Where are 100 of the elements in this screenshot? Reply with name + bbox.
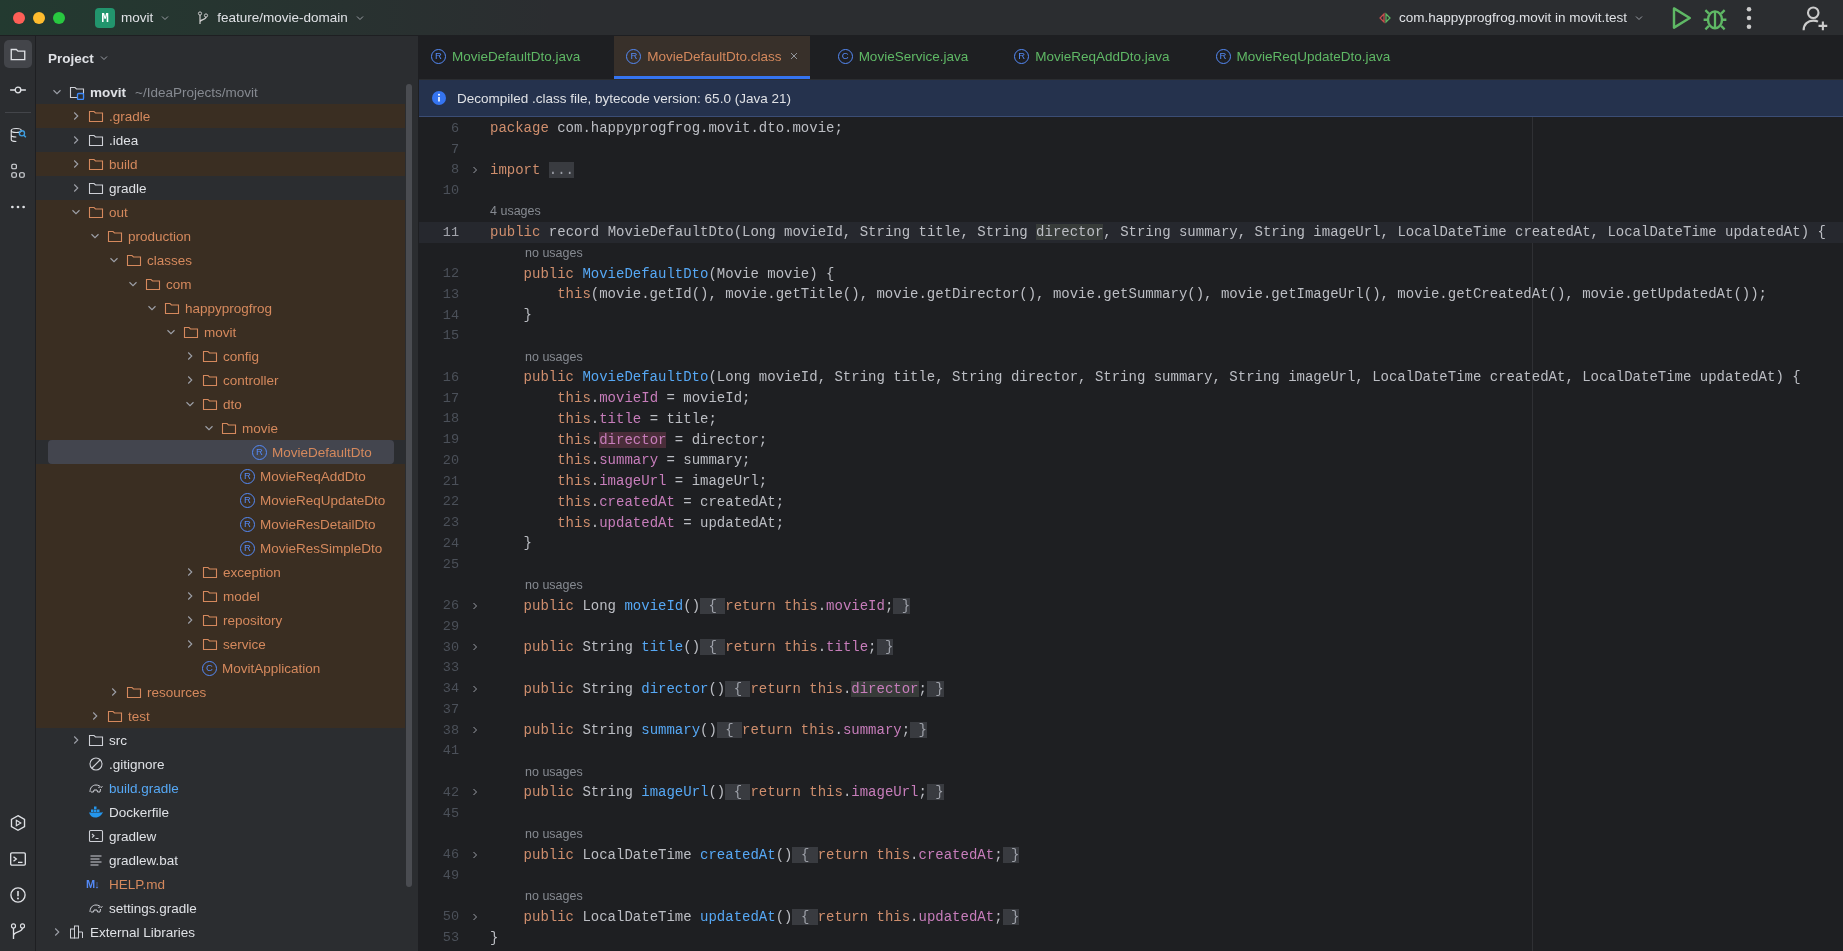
tree-item[interactable]: service	[36, 632, 405, 656]
minimize-button[interactable]	[33, 11, 45, 24]
tree-item[interactable]: test	[36, 704, 405, 728]
code-line: public LocalDateTime updatedAt() { return this.updatedAt; }	[523, 908, 1020, 925]
code-line: public record MovieDefaultDto(Long movieId, String title, String director, String summary, String imageUrl, LocalDateTime createdAt, LocalDateTime updatedAt) {	[490, 224, 1826, 241]
usage-hint[interactable]: no usages	[525, 826, 583, 841]
tree-item[interactable]: classes	[36, 248, 405, 272]
tree-item[interactable]: R MovieResSimpleDto	[36, 536, 405, 560]
code-line: this.title = title;	[557, 410, 717, 427]
code-line: }	[523, 535, 532, 552]
markdown-icon: M↓	[86, 878, 104, 890]
usage-hint[interactable]: no usages	[525, 889, 583, 904]
project-switcher[interactable]: M movit	[87, 3, 180, 32]
info-icon	[431, 90, 447, 106]
tree-item[interactable]: Dockerfile	[36, 800, 405, 824]
tree-item[interactable]: controller	[36, 368, 405, 392]
tree-item[interactable]: M↓ HELP.md	[36, 872, 405, 896]
tree-item[interactable]: R MovieResDetailDto	[36, 512, 405, 536]
folder-icon	[107, 228, 123, 244]
tree-item[interactable]: movie	[36, 416, 405, 440]
maximize-button[interactable]	[53, 11, 65, 24]
line-number: 11	[441, 224, 459, 240]
folder-icon	[126, 684, 142, 700]
tree-item[interactable]: settings.gradle	[36, 896, 405, 920]
code-line: public LocalDateTime createdAt() { return this.createdAt; }	[523, 846, 1020, 863]
tree-item[interactable]: R MovieReqAddDto	[36, 464, 405, 488]
run-configuration[interactable]: com.happyprogfrog.movit in movit.test	[1368, 5, 1653, 30]
code-line: this(movie.getId(), movie.getTitle(), movie.getDirector(), movie.getSummary(), movie.getImageUrl(), movie.getCreatedAt(), movie.getUpdatedAt());	[557, 286, 1767, 303]
folder-icon	[202, 612, 218, 628]
tree-item[interactable]: .gitignore	[36, 752, 405, 776]
tree-item[interactable]: repository	[36, 608, 405, 632]
editor-tab[interactable]: R MovieReqUpdateDto.java	[1203, 36, 1409, 79]
code-line: package com.happyprogfrog.movit.dto.movie;	[490, 120, 843, 137]
folder-icon	[88, 732, 104, 748]
code-line: public Long movieId() { return this.movieId; }	[523, 597, 911, 614]
code-line: public MovieDefaultDto(Movie movie) {	[523, 265, 835, 282]
usage-hint[interactable]: no usages	[525, 577, 583, 592]
tree-item[interactable]: movit	[36, 320, 405, 344]
tree-item[interactable]: R MovieReqUpdateDto	[36, 488, 405, 512]
tree-item[interactable]: gradle	[36, 176, 405, 200]
editor-tab[interactable]: R MovieDefaultDto.class	[614, 36, 810, 79]
tree-item[interactable]: build	[36, 152, 405, 176]
folder-icon	[202, 636, 218, 652]
tree-item[interactable]: model	[36, 584, 405, 608]
tree-item[interactable]: R MovieDefaultDto	[48, 440, 394, 464]
folder-icon	[164, 300, 180, 316]
tree-item[interactable]: .gradle	[36, 104, 405, 128]
folder-icon	[202, 372, 218, 388]
code-line: this.director = director;	[557, 431, 768, 448]
tree-item[interactable]: config	[36, 344, 405, 368]
banner-text: Decompiled .class file, bytecode version: 65.0 (Java 21)	[457, 90, 791, 106]
folder-icon	[183, 324, 199, 340]
tree-item[interactable]: resources	[36, 680, 405, 704]
tree-item[interactable]: build.gradle	[36, 776, 405, 800]
usage-hint[interactable]: no usages	[525, 764, 583, 779]
code-line: public MovieDefaultDto(Long movieId, String title, String director, String summary, String imageUrl, LocalDateTime createdAt, LocalDateTime updatedAt) {	[523, 369, 1801, 386]
tree-item[interactable]: dto	[36, 392, 405, 416]
usage-hint[interactable]: 4 usages	[490, 204, 541, 219]
tree-item[interactable]: External Libraries	[36, 920, 405, 944]
tree-item[interactable]: gradlew.bat	[36, 848, 405, 872]
project-badge: M	[95, 7, 115, 28]
tree-item[interactable]: exception	[36, 560, 405, 584]
folder-icon	[88, 132, 104, 148]
tree-item[interactable]: .idea	[36, 128, 405, 152]
tree-item[interactable]: com	[36, 272, 405, 296]
ignore-icon	[88, 756, 104, 772]
editor-tab[interactable]: C MovieService.java	[825, 36, 987, 79]
editor-tab[interactable]: R MovieReqAddDto.java	[1002, 36, 1188, 79]
panel-title[interactable]: Project	[48, 47, 94, 69]
tree-item[interactable]: happyprogfrog	[36, 296, 405, 320]
folder-icon	[202, 396, 218, 412]
code-line: }	[523, 307, 532, 324]
folder-icon	[202, 564, 218, 580]
code-line: this.updatedAt = updatedAt;	[557, 514, 785, 531]
tree-item[interactable]: src	[36, 728, 405, 752]
tree-item[interactable]: production	[36, 224, 405, 248]
folder-icon	[88, 156, 104, 172]
usage-hint[interactable]: no usages	[525, 349, 583, 364]
close-button[interactable]	[13, 11, 25, 24]
folder-icon	[202, 588, 218, 604]
tree-item[interactable]: movit ~/IdeaProjects/movit	[36, 80, 405, 104]
code-line: this.movieId = movieId;	[557, 390, 751, 407]
tree-item[interactable]: C MovitApplication	[36, 656, 405, 680]
folder-icon	[88, 204, 104, 220]
tree-item[interactable]: gradlew	[36, 824, 405, 848]
folder-icon	[145, 276, 161, 292]
folder-icon[interactable]	[3, 40, 32, 68]
usage-hint[interactable]: no usages	[525, 245, 583, 260]
folder-icon	[126, 252, 142, 268]
project-path: ~/IdeaProjects/movit	[135, 84, 258, 100]
branch-switcher[interactable]: feature/movie-domain	[187, 5, 374, 30]
scrollbar[interactable]	[406, 84, 412, 887]
terminal-icon	[88, 828, 104, 844]
tree-item[interactable]: out	[36, 200, 405, 224]
text-file-icon	[88, 852, 104, 868]
code-line: public String director() { return this.director; }	[523, 680, 944, 697]
add-user-icon[interactable]	[1801, 3, 1829, 32]
folder-icon	[107, 708, 123, 724]
folder-icon	[202, 348, 218, 364]
editor-tab[interactable]: R MovieDefaultDto.java	[419, 36, 599, 79]
